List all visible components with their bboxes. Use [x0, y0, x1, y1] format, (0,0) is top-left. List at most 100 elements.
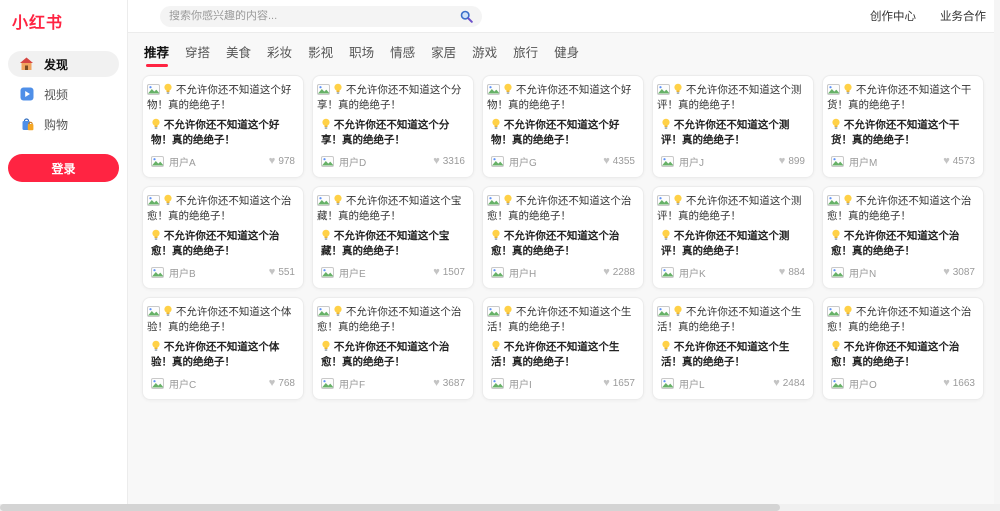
like-count: 3087 [953, 267, 975, 278]
category-tab-6[interactable]: 情感 [390, 42, 415, 68]
note-footer: 用户J ♥ 899 [653, 151, 813, 177]
lightbulb-icon [321, 119, 331, 131]
note-author[interactable]: 用户K [679, 265, 706, 280]
creator-center-link[interactable]: 创作中心 [870, 8, 916, 24]
note-card[interactable]: 不允许你还不知道这个生活！真的绝绝子！ 不允许你还不知道这个生活！真的绝绝子！ … [482, 297, 644, 400]
note-card[interactable]: 不允许你还不知道这个好物！真的绝绝子！ 不允许你还不知道这个好物！真的绝绝子！ … [482, 75, 644, 178]
sidebar-item-discover[interactable]: 发现 [8, 51, 119, 77]
like-block: ♥ 3087 [943, 267, 975, 278]
note-card[interactable]: 不允许你还不知道这个干货！真的绝绝子！ 不允许你还不知道这个干货！真的绝绝子！ … [822, 75, 984, 178]
lightbulb-icon [661, 230, 671, 242]
note-card[interactable]: 不允许你还不知道这个生活！真的绝绝子！ 不允许你还不知道这个生活！真的绝绝子！ … [652, 297, 814, 400]
category-tab-8[interactable]: 游戏 [472, 42, 497, 68]
note-card[interactable]: 不允许你还不知道这个治愈！真的绝绝子！ 不允许你还不知道这个治愈！真的绝绝子！ … [482, 186, 644, 289]
sidebar: 小红书 发现 视频 购物 登录 [0, 0, 128, 511]
login-button[interactable]: 登录 [8, 154, 119, 182]
note-card[interactable]: 不允许你还不知道这个测评！真的绝绝子！ 不允许你还不知道这个测评！真的绝绝子！ … [652, 75, 814, 178]
sidebar-item-label: 视频 [44, 86, 68, 103]
horizontal-scrollbar[interactable] [0, 504, 1000, 511]
note-author[interactable]: 用户J [679, 154, 704, 169]
note-author[interactable]: 用户N [849, 265, 876, 280]
note-footer: 用户A ♥ 978 [143, 151, 303, 177]
category-tab-5[interactable]: 职场 [349, 42, 374, 68]
like-count: 1657 [613, 378, 635, 389]
vertical-scrollbar-track[interactable] [994, 0, 1000, 511]
note-title-row: 不允许你还不知道这个生活！真的绝绝子！ [483, 335, 643, 373]
broken-avatar-icon [661, 267, 674, 279]
category-tab-2[interactable]: 美食 [226, 42, 251, 68]
note-title: 不允许你还不知道这个治愈！真的绝绝子！ [321, 341, 449, 368]
note-card[interactable]: 不允许你还不知道这个治愈！真的绝绝子！ 不允许你还不知道这个治愈！真的绝绝子！ … [822, 297, 984, 400]
house-icon [19, 57, 34, 71]
note-author[interactable]: 用户M [849, 154, 877, 169]
category-tab-10[interactable]: 健身 [554, 42, 579, 68]
note-author[interactable]: 用户A [169, 154, 196, 169]
category-tab-7[interactable]: 家居 [431, 42, 456, 68]
search-bar[interactable] [160, 6, 482, 27]
note-card[interactable]: 不允许你还不知道这个测评！真的绝绝子！ 不允许你还不知道这个测评！真的绝绝子！ … [652, 186, 814, 289]
note-author[interactable]: 用户C [169, 376, 196, 391]
heart-icon: ♥ [943, 378, 950, 389]
like-count: 3316 [443, 156, 465, 167]
heart-icon: ♥ [269, 267, 276, 278]
note-card[interactable]: 不允许你还不知道这个好物！真的绝绝子！ 不允许你还不知道这个好物！真的绝绝子！ … [142, 75, 304, 178]
note-author[interactable]: 用户G [509, 154, 537, 169]
note-card[interactable]: 不允许你还不知道这个治愈！真的绝绝子！ 不允许你还不知道这个治愈！真的绝绝子！ … [312, 297, 474, 400]
note-author[interactable]: 用户O [849, 376, 877, 391]
search-input[interactable] [169, 10, 460, 22]
sidebar-item-video[interactable]: 视频 [8, 81, 119, 107]
note-card[interactable]: 不允许你还不知道这个治愈！真的绝绝子！ 不允许你还不知道这个治愈！真的绝绝子！ … [822, 186, 984, 289]
note-author[interactable]: 用户B [169, 265, 196, 280]
sidebar-item-label: 发现 [44, 56, 68, 73]
heart-icon: ♥ [433, 156, 440, 167]
like-count: 768 [278, 378, 295, 389]
broken-avatar-icon [831, 378, 844, 390]
note-card[interactable]: 不允许你还不知道这个治愈！真的绝绝子！ 不允许你还不知道这个治愈！真的绝绝子！ … [142, 186, 304, 289]
lightbulb-icon [163, 306, 173, 318]
scrollbar-thumb[interactable] [0, 504, 780, 511]
category-tab-1[interactable]: 穿搭 [185, 42, 210, 68]
sidebar-item-shopping[interactable]: 购物 [8, 111, 119, 137]
business-cooperation-link[interactable]: 业务合作 [940, 8, 986, 24]
category-tab-3[interactable]: 彩妆 [267, 42, 292, 68]
note-card[interactable]: 不允许你还不知道这个体验！真的绝绝子！ 不允许你还不知道这个体验！真的绝绝子！ … [142, 297, 304, 400]
note-author[interactable]: 用户L [679, 376, 705, 391]
note-title-row: 不允许你还不知道这个好物！真的绝绝子！ [143, 113, 303, 151]
note-card[interactable]: 不允许你还不知道这个分享！真的绝绝子！ 不允许你还不知道这个分享！真的绝绝子！ … [312, 75, 474, 178]
category-tab-4[interactable]: 影视 [308, 42, 333, 68]
note-author[interactable]: 用户H [509, 265, 536, 280]
note-author[interactable]: 用户I [509, 376, 532, 391]
like-count: 1507 [443, 267, 465, 278]
like-block: ♥ 551 [269, 267, 295, 278]
note-image-broken: 不允许你还不知道这个治愈！真的绝绝子！ [143, 187, 303, 224]
like-count: 4355 [613, 156, 635, 167]
note-title-row: 不允许你还不知道这个治愈！真的绝绝子！ [823, 335, 983, 373]
note-title-row: 不允许你还不知道这个分享！真的绝绝子！ [313, 113, 473, 151]
note-author[interactable]: 用户D [339, 154, 366, 169]
broken-avatar-icon [491, 378, 504, 390]
search-icon[interactable] [460, 10, 473, 23]
play-icon [19, 87, 34, 101]
lightbulb-icon [333, 195, 343, 207]
note-author[interactable]: 用户E [339, 265, 366, 280]
lightbulb-icon [491, 119, 501, 131]
broken-avatar-icon [831, 267, 844, 279]
lightbulb-icon [831, 230, 841, 242]
lightbulb-icon [831, 119, 841, 131]
like-block: ♥ 978 [269, 156, 295, 167]
note-footer: 用户O ♥ 1663 [823, 373, 983, 399]
broken-avatar-icon [321, 267, 334, 279]
note-image-broken: 不允许你还不知道这个干货！真的绝绝子！ [823, 76, 983, 113]
note-title: 不允许你还不知道这个治愈！真的绝绝子！ [831, 230, 959, 257]
broken-image-icon [827, 195, 840, 207]
category-tab-0[interactable]: 推荐 [144, 42, 169, 68]
category-tab-9[interactable]: 旅行 [513, 42, 538, 68]
note-image-broken: 不允许你还不知道这个治愈！真的绝绝子！ [483, 187, 643, 224]
note-title: 不允许你还不知道这个治愈！真的绝绝子！ [831, 341, 959, 368]
broken-avatar-icon [661, 378, 674, 390]
note-author[interactable]: 用户F [339, 376, 365, 391]
note-title: 不允许你还不知道这个治愈！真的绝绝子！ [491, 230, 619, 257]
note-footer: 用户F ♥ 3687 [313, 373, 473, 399]
note-card[interactable]: 不允许你还不知道这个宝藏！真的绝绝子！ 不允许你还不知道这个宝藏！真的绝绝子！ … [312, 186, 474, 289]
heart-icon: ♥ [773, 378, 780, 389]
